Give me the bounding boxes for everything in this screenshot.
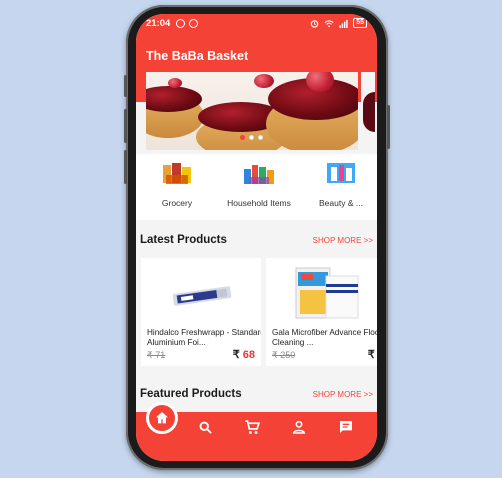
battery-icon: 55 — [353, 18, 367, 28]
product-card[interactable]: Gala Microfiber Advance Floor Cleaning .… — [266, 258, 377, 366]
grocery-icon — [161, 161, 193, 185]
product-mrp: ₹ 71 — [147, 350, 166, 360]
phone-button — [124, 109, 127, 143]
bottom-bar-strip — [136, 442, 377, 461]
nav-account-button[interactable] — [290, 418, 308, 436]
section-title: Latest Products — [140, 234, 227, 246]
product-image — [167, 266, 237, 321]
carousel-dot[interactable] — [249, 135, 254, 140]
product-mrp: ₹ 250 — [272, 350, 296, 360]
category-label: Household Items — [227, 198, 291, 208]
product-name: Hindalco Freshwrapp - Standard Aluminium… — [147, 328, 261, 347]
beauty-icon — [325, 161, 357, 185]
carousel-dot[interactable] — [258, 135, 263, 140]
product-name: Gala Microfiber Advance Floor Cleaning .… — [272, 328, 377, 347]
status-time: 21:04 — [146, 17, 171, 29]
home-icon — [156, 412, 168, 424]
shop-more-link[interactable]: SHOP MORE >> — [313, 390, 373, 399]
app-screen: 21:04 55 The BaBa Basket Grocery Househo… — [136, 14, 377, 461]
product-card[interactable]: Hindalco Freshwrapp - Standard Aluminium… — [141, 258, 261, 366]
latest-products-header: Latest Products SHOP MORE >> — [136, 230, 377, 250]
notification-icon — [189, 18, 199, 28]
app-title: The BaBa Basket — [146, 49, 249, 63]
category-item-grocery[interactable]: Grocery — [136, 154, 218, 220]
category-label: Grocery — [161, 198, 193, 208]
wifi-icon — [324, 19, 334, 27]
nav-chat-button[interactable] — [337, 418, 355, 436]
category-item-beauty[interactable]: Beauty & ... — [300, 154, 377, 220]
phone-frame: 21:04 55 The BaBa Basket Grocery Househo… — [124, 5, 390, 470]
category-item-household[interactable]: Household Items — [218, 154, 300, 220]
carousel-indicator — [240, 135, 263, 140]
nav-home-button[interactable] — [146, 402, 178, 434]
featured-products-header: Featured Products SHOP MORE >> — [136, 384, 377, 404]
cart-icon — [244, 419, 260, 434]
latest-products-list: Hindalco Freshwrapp - Standard Aluminium… — [141, 258, 377, 366]
category-list: Grocery Household Items Beauty & ... — [136, 154, 377, 220]
product-image — [292, 266, 362, 321]
product-price: ₹68 — [232, 349, 255, 361]
phone-button — [124, 75, 127, 97]
category-label: Beauty & ... — [319, 198, 363, 208]
carousel-dot[interactable] — [240, 135, 245, 140]
nav-cart-button[interactable] — [243, 418, 261, 436]
alarm-icon — [310, 19, 319, 28]
search-icon — [199, 421, 212, 434]
household-items-icon — [243, 161, 275, 185]
phone-button — [387, 105, 390, 149]
bottom-navigation — [136, 402, 377, 442]
phone-button — [124, 150, 127, 184]
banner-next-slide[interactable] — [361, 72, 375, 150]
section-title: Featured Products — [140, 388, 242, 400]
product-price: ₹24 — [367, 349, 375, 361]
banner-carousel[interactable] — [146, 72, 358, 150]
chat-icon — [340, 421, 352, 433]
nav-search-button[interactable] — [196, 418, 214, 436]
signal-icon — [339, 19, 348, 28]
status-bar: 21:04 55 — [136, 14, 377, 32]
account-icon — [292, 420, 306, 434]
shop-more-link[interactable]: SHOP MORE >> — [313, 236, 373, 245]
notification-icon — [176, 18, 186, 28]
